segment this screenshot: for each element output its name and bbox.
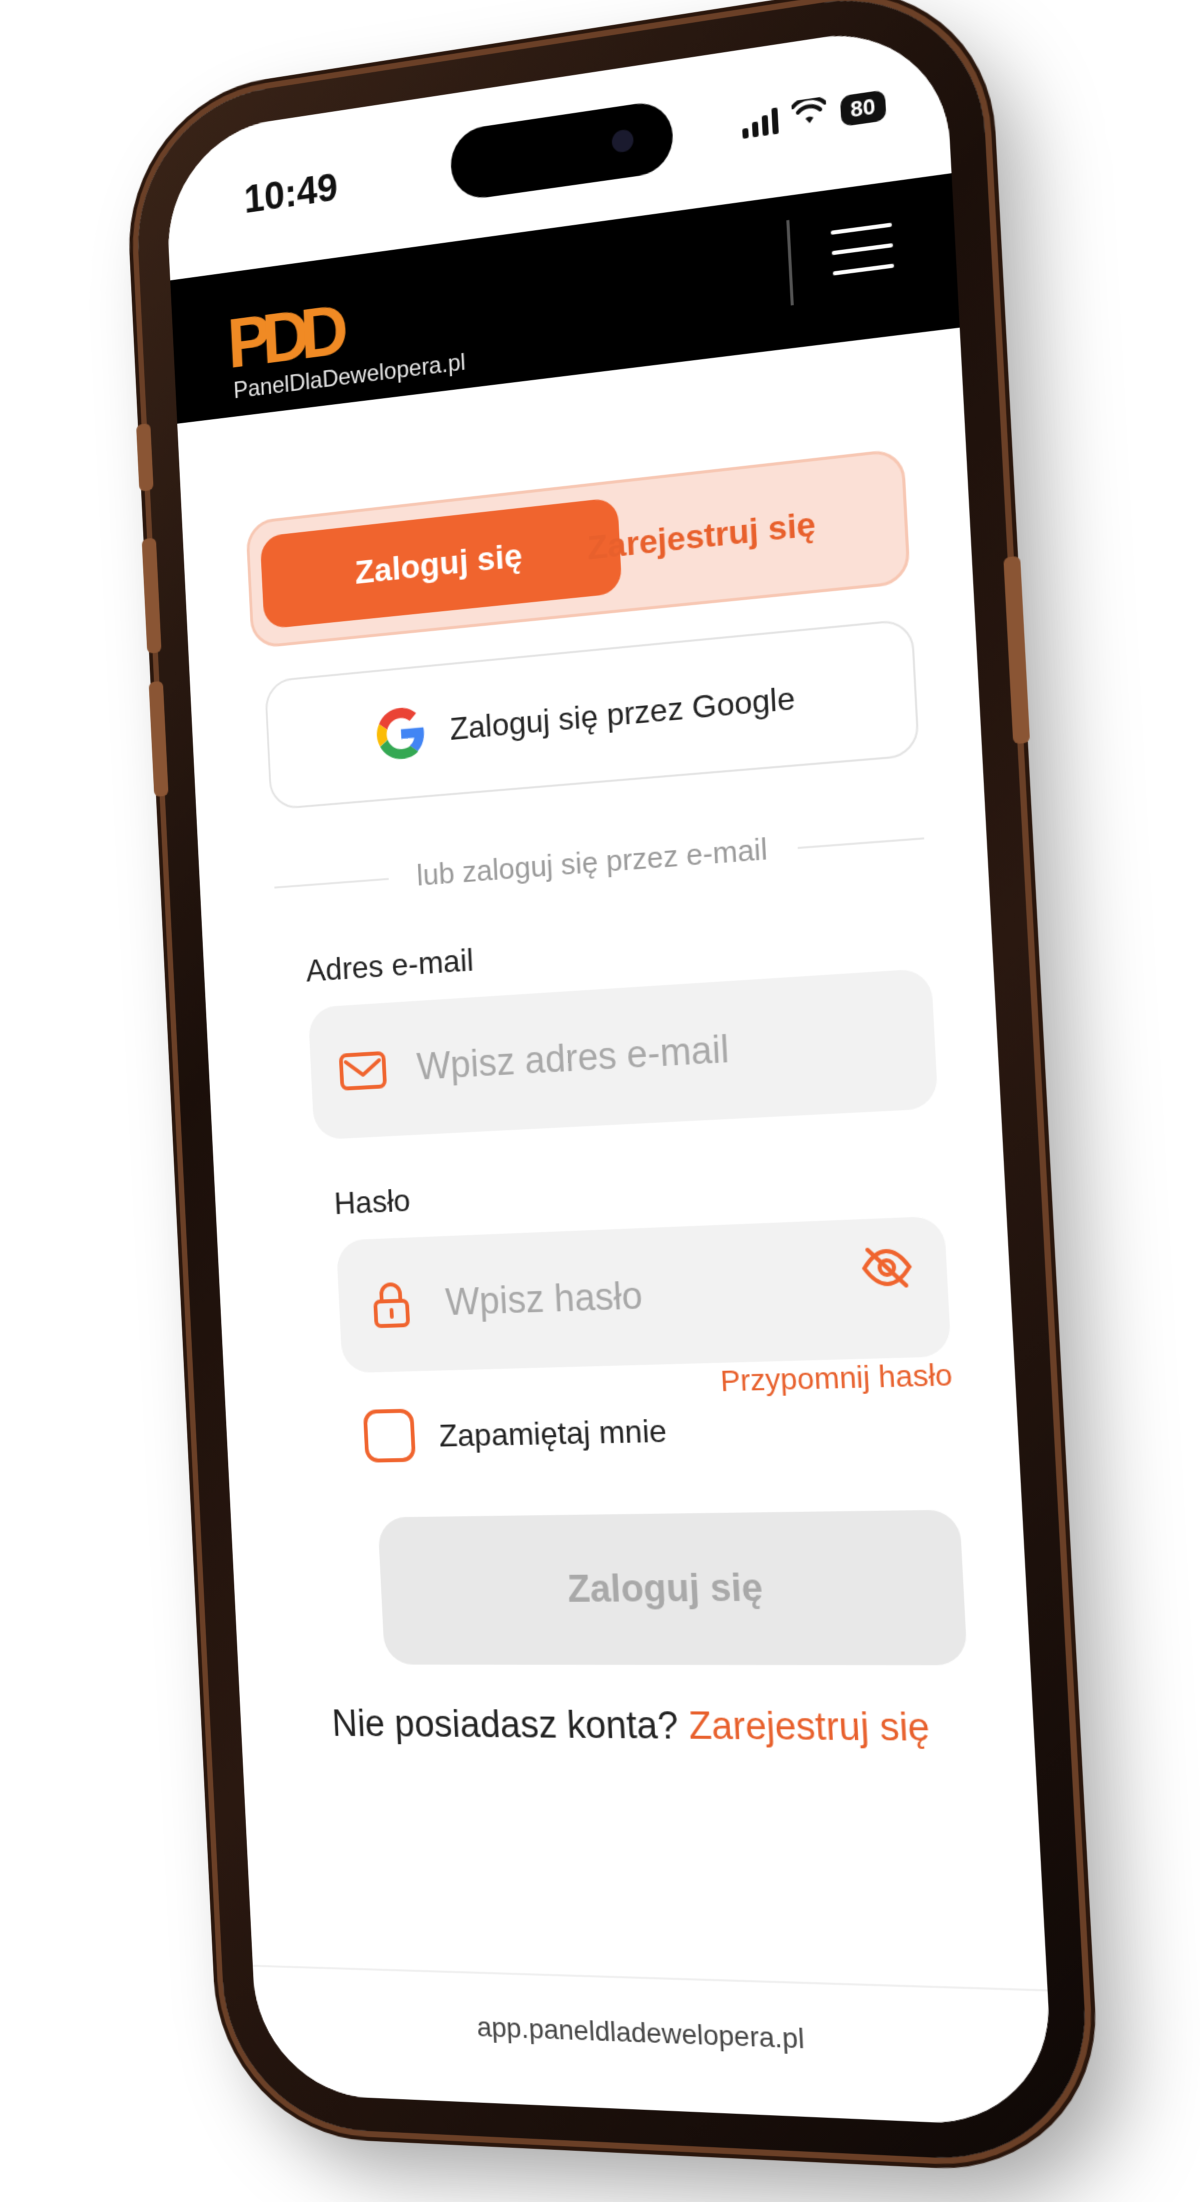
password-field-wrapper[interactable] [336, 1216, 951, 1373]
nav-divider [786, 220, 793, 306]
password-label: Hasło [333, 1182, 411, 1222]
remember-me-checkbox[interactable] [363, 1409, 416, 1463]
envelope-icon [334, 1050, 392, 1092]
google-icon [376, 706, 427, 761]
status-icons: 80 [741, 88, 887, 142]
signup-prompt-text: Nie posiadasz konta? [331, 1704, 679, 1748]
remember-row: Zapamiętaj mnie Przypomnij hasło [362, 1385, 956, 1468]
hamburger-icon[interactable] [831, 223, 895, 292]
email-label: Adres e-mail [305, 942, 474, 989]
or-divider: lub zaloguj się przez e-mail [273, 818, 925, 907]
login-card: Zaloguj się Zarejestruj się Zaloguj się … [177, 328, 1055, 2128]
forgot-password-link[interactable]: Przypomnij hasło [720, 1359, 954, 1400]
signal-icon [741, 107, 778, 138]
phone-mockup: 10:49 80 PDD PanelDlaDewelopera.pl Zalog… [131, 0, 1092, 2165]
or-divider-text: lub zaloguj się przez e-mail [416, 833, 768, 893]
footer-divider [253, 1965, 1048, 1992]
lock-icon [362, 1280, 420, 1329]
tab-register[interactable]: Zarejestruj się [513, 467, 894, 604]
dynamic-island [449, 99, 674, 202]
wifi-icon [791, 96, 827, 134]
auth-tabs: Zaloguj się Zarejestruj się [245, 448, 910, 649]
footer-url: app.paneldladewelopera.pl [255, 2004, 1052, 2065]
google-login-label: Zaloguj się przez Google [449, 679, 796, 747]
signup-link[interactable]: Zarejestruj się [688, 1705, 931, 1750]
email-field[interactable] [414, 1021, 829, 1090]
divider-line-right [798, 837, 925, 849]
remember-me-label[interactable]: Zapamiętaj mnie [438, 1413, 667, 1455]
password-field[interactable] [443, 1266, 861, 1325]
login-submit-button[interactable]: Zaloguj się [378, 1510, 968, 1666]
email-field-wrapper[interactable] [308, 968, 938, 1140]
camera-icon [611, 128, 634, 153]
divider-line-left [274, 878, 388, 889]
phone-screen: 10:49 80 PDD PanelDlaDewelopera.pl Zalog… [163, 19, 1055, 2128]
signup-prompt: Nie posiadasz konta? Zarejestruj się [240, 1703, 1035, 1752]
battery-icon: 80 [839, 89, 886, 126]
eye-off-icon[interactable] [859, 1244, 915, 1296]
status-time: 10:49 [243, 166, 339, 223]
google-login-button[interactable]: Zaloguj się przez Google [264, 618, 920, 810]
